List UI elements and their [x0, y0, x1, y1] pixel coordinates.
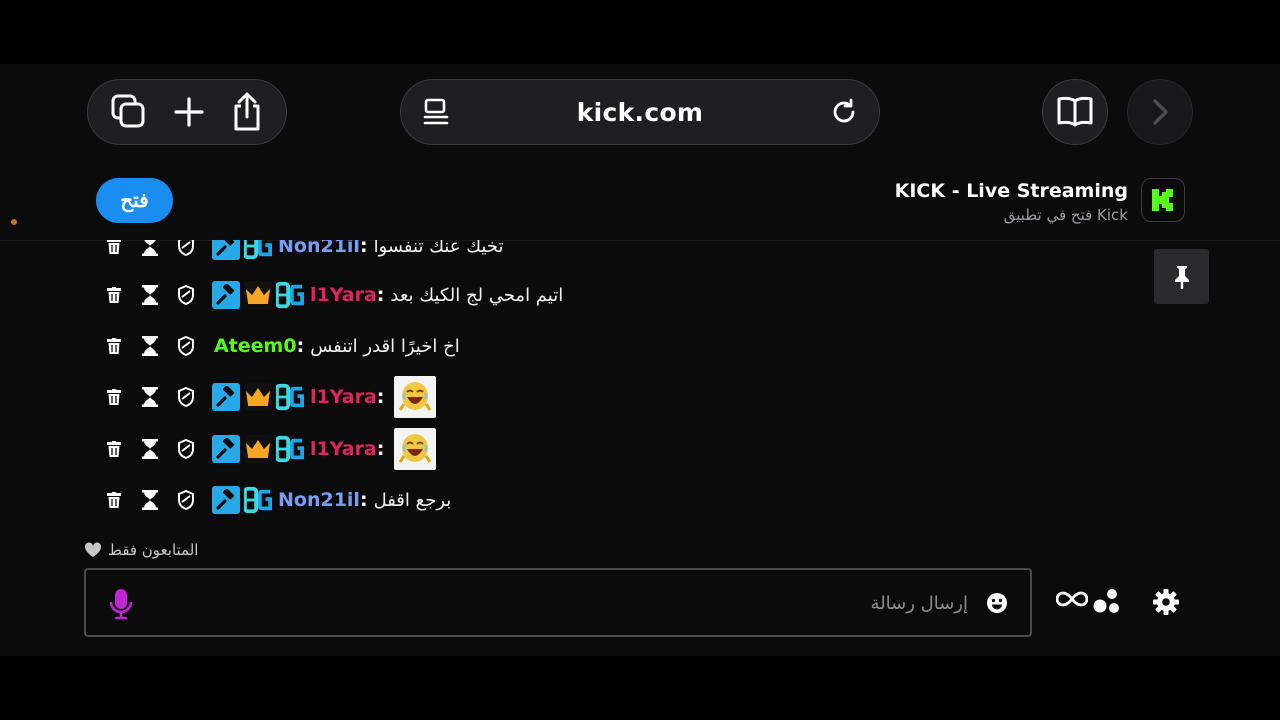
- chat-username[interactable]: l1Yara: [310, 284, 377, 306]
- moderator-hammer-icon: [212, 383, 240, 411]
- og-badge-icon: [244, 240, 272, 260]
- bubbles-icon[interactable]: [1092, 588, 1120, 614]
- kick-logo: [1141, 178, 1185, 222]
- chat-message-text: اخ اخيرًا اقدر اتنفس: [310, 335, 460, 357]
- tabs-icon[interactable]: [110, 93, 148, 131]
- book-icon: [1056, 95, 1094, 129]
- microphone-icon[interactable]: [108, 588, 134, 620]
- plus-icon[interactable]: [173, 96, 205, 128]
- hourglass-icon[interactable]: [140, 240, 160, 258]
- chat-separator: :: [296, 335, 305, 357]
- chat-separator: :: [376, 386, 385, 408]
- chat-message-text: برجع اقفل: [373, 489, 452, 511]
- heart-icon: [84, 542, 102, 558]
- emoji-icon[interactable]: [986, 592, 1008, 614]
- chat-message-row: Non21il: تخيك عنك تنفسوا: [104, 240, 503, 266]
- hourglass-icon[interactable]: [140, 437, 160, 461]
- chat-username[interactable]: Non21il: [278, 489, 360, 511]
- app-banner: فتح KICK - Live Streaming فتح في تطبيق K…: [0, 164, 1280, 241]
- followers-only-label: المتابعون فقط: [84, 541, 198, 559]
- trash-icon[interactable]: [104, 283, 124, 307]
- chevron-right-icon: [1149, 97, 1171, 127]
- chat-message-text: اتيم امحي لج الكيك بعد: [390, 284, 564, 306]
- toolbar-left-group: [87, 79, 287, 145]
- moderator-hammer-icon: [212, 486, 240, 514]
- og-badge-icon: [244, 486, 272, 514]
- og-badge-icon: [276, 281, 304, 309]
- gear-icon[interactable]: [1152, 588, 1180, 616]
- open-in-app-button[interactable]: فتح: [96, 178, 173, 223]
- shield-ban-icon[interactable]: [176, 385, 196, 409]
- moderator-hammer-icon: [212, 281, 240, 309]
- laughing-emote-icon: [394, 428, 437, 470]
- chat-separator: :: [359, 240, 368, 257]
- hourglass-icon[interactable]: [140, 334, 160, 358]
- trash-icon[interactable]: [104, 488, 124, 512]
- forward-button[interactable]: [1127, 79, 1193, 145]
- pin-button[interactable]: [1154, 249, 1209, 304]
- shield-ban-icon[interactable]: [176, 283, 196, 307]
- pin-icon: [1171, 264, 1193, 290]
- shield-ban-icon[interactable]: [176, 437, 196, 461]
- infinity-icon[interactable]: [1056, 588, 1088, 610]
- crown-icon: [244, 435, 272, 463]
- indicator-dot: [11, 219, 17, 225]
- crown-icon: [244, 383, 272, 411]
- hourglass-icon[interactable]: [140, 385, 160, 409]
- chat-username[interactable]: l1Yara: [310, 438, 377, 460]
- chat-message-text: تخيك عنك تنفسوا: [373, 240, 504, 257]
- reload-icon[interactable]: [829, 97, 859, 127]
- message-input[interactable]: [146, 584, 970, 622]
- chat-separator: :: [376, 438, 385, 460]
- moderator-hammer-icon: [212, 240, 240, 260]
- url-text: kick.com: [576, 97, 704, 127]
- trash-icon[interactable]: [104, 385, 124, 409]
- moderator-hammer-icon: [212, 435, 240, 463]
- chat-message-row: Non21il: برجع اقفل: [104, 480, 451, 520]
- chat-message-row: l1Yara: اتيم امحي لج الكيك بعد: [104, 275, 563, 315]
- bookmarks-button[interactable]: [1042, 79, 1108, 145]
- chat-separator: :: [359, 489, 368, 511]
- og-badge-icon: [276, 383, 304, 411]
- hourglass-icon[interactable]: [140, 283, 160, 307]
- hourglass-icon[interactable]: [140, 488, 160, 512]
- shield-ban-icon[interactable]: [176, 334, 196, 358]
- trash-icon[interactable]: [104, 334, 124, 358]
- chat-username[interactable]: l1Yara: [310, 386, 377, 408]
- chat-username[interactable]: Ateem0: [214, 335, 297, 357]
- followers-only-text: المتابعون فقط: [108, 541, 199, 559]
- trash-icon[interactable]: [104, 240, 124, 258]
- address-bar[interactable]: kick.com: [400, 79, 880, 145]
- trash-icon[interactable]: [104, 437, 124, 461]
- chat-separator: :: [376, 284, 385, 306]
- chat-messages: Non21il: تخيك عنك تنفسوا l1Yara: اتيم امحي …: [0, 240, 1280, 540]
- message-input-box[interactable]: [84, 568, 1032, 637]
- chat-username[interactable]: Non21il: [278, 240, 360, 257]
- chat-message-row: l1Yara:: [104, 376, 437, 418]
- chat-message-row: l1Yara:: [104, 428, 437, 470]
- chat-message-row: Ateem0: اخ اخيرًا اقدر اتنفس: [104, 326, 460, 366]
- laughing-emote-icon: [394, 376, 437, 418]
- share-icon[interactable]: [230, 92, 264, 132]
- app-subtitle: فتح في تطبيق Kick: [1003, 206, 1128, 224]
- og-badge-icon: [276, 435, 304, 463]
- browser-screen: kick.com فتح KICK - Live Streaming فتح ف…: [0, 64, 1280, 656]
- shield-ban-icon[interactable]: [176, 240, 196, 258]
- crown-icon: [244, 281, 272, 309]
- shield-ban-icon[interactable]: [176, 488, 196, 512]
- app-title: KICK - Live Streaming: [894, 180, 1128, 202]
